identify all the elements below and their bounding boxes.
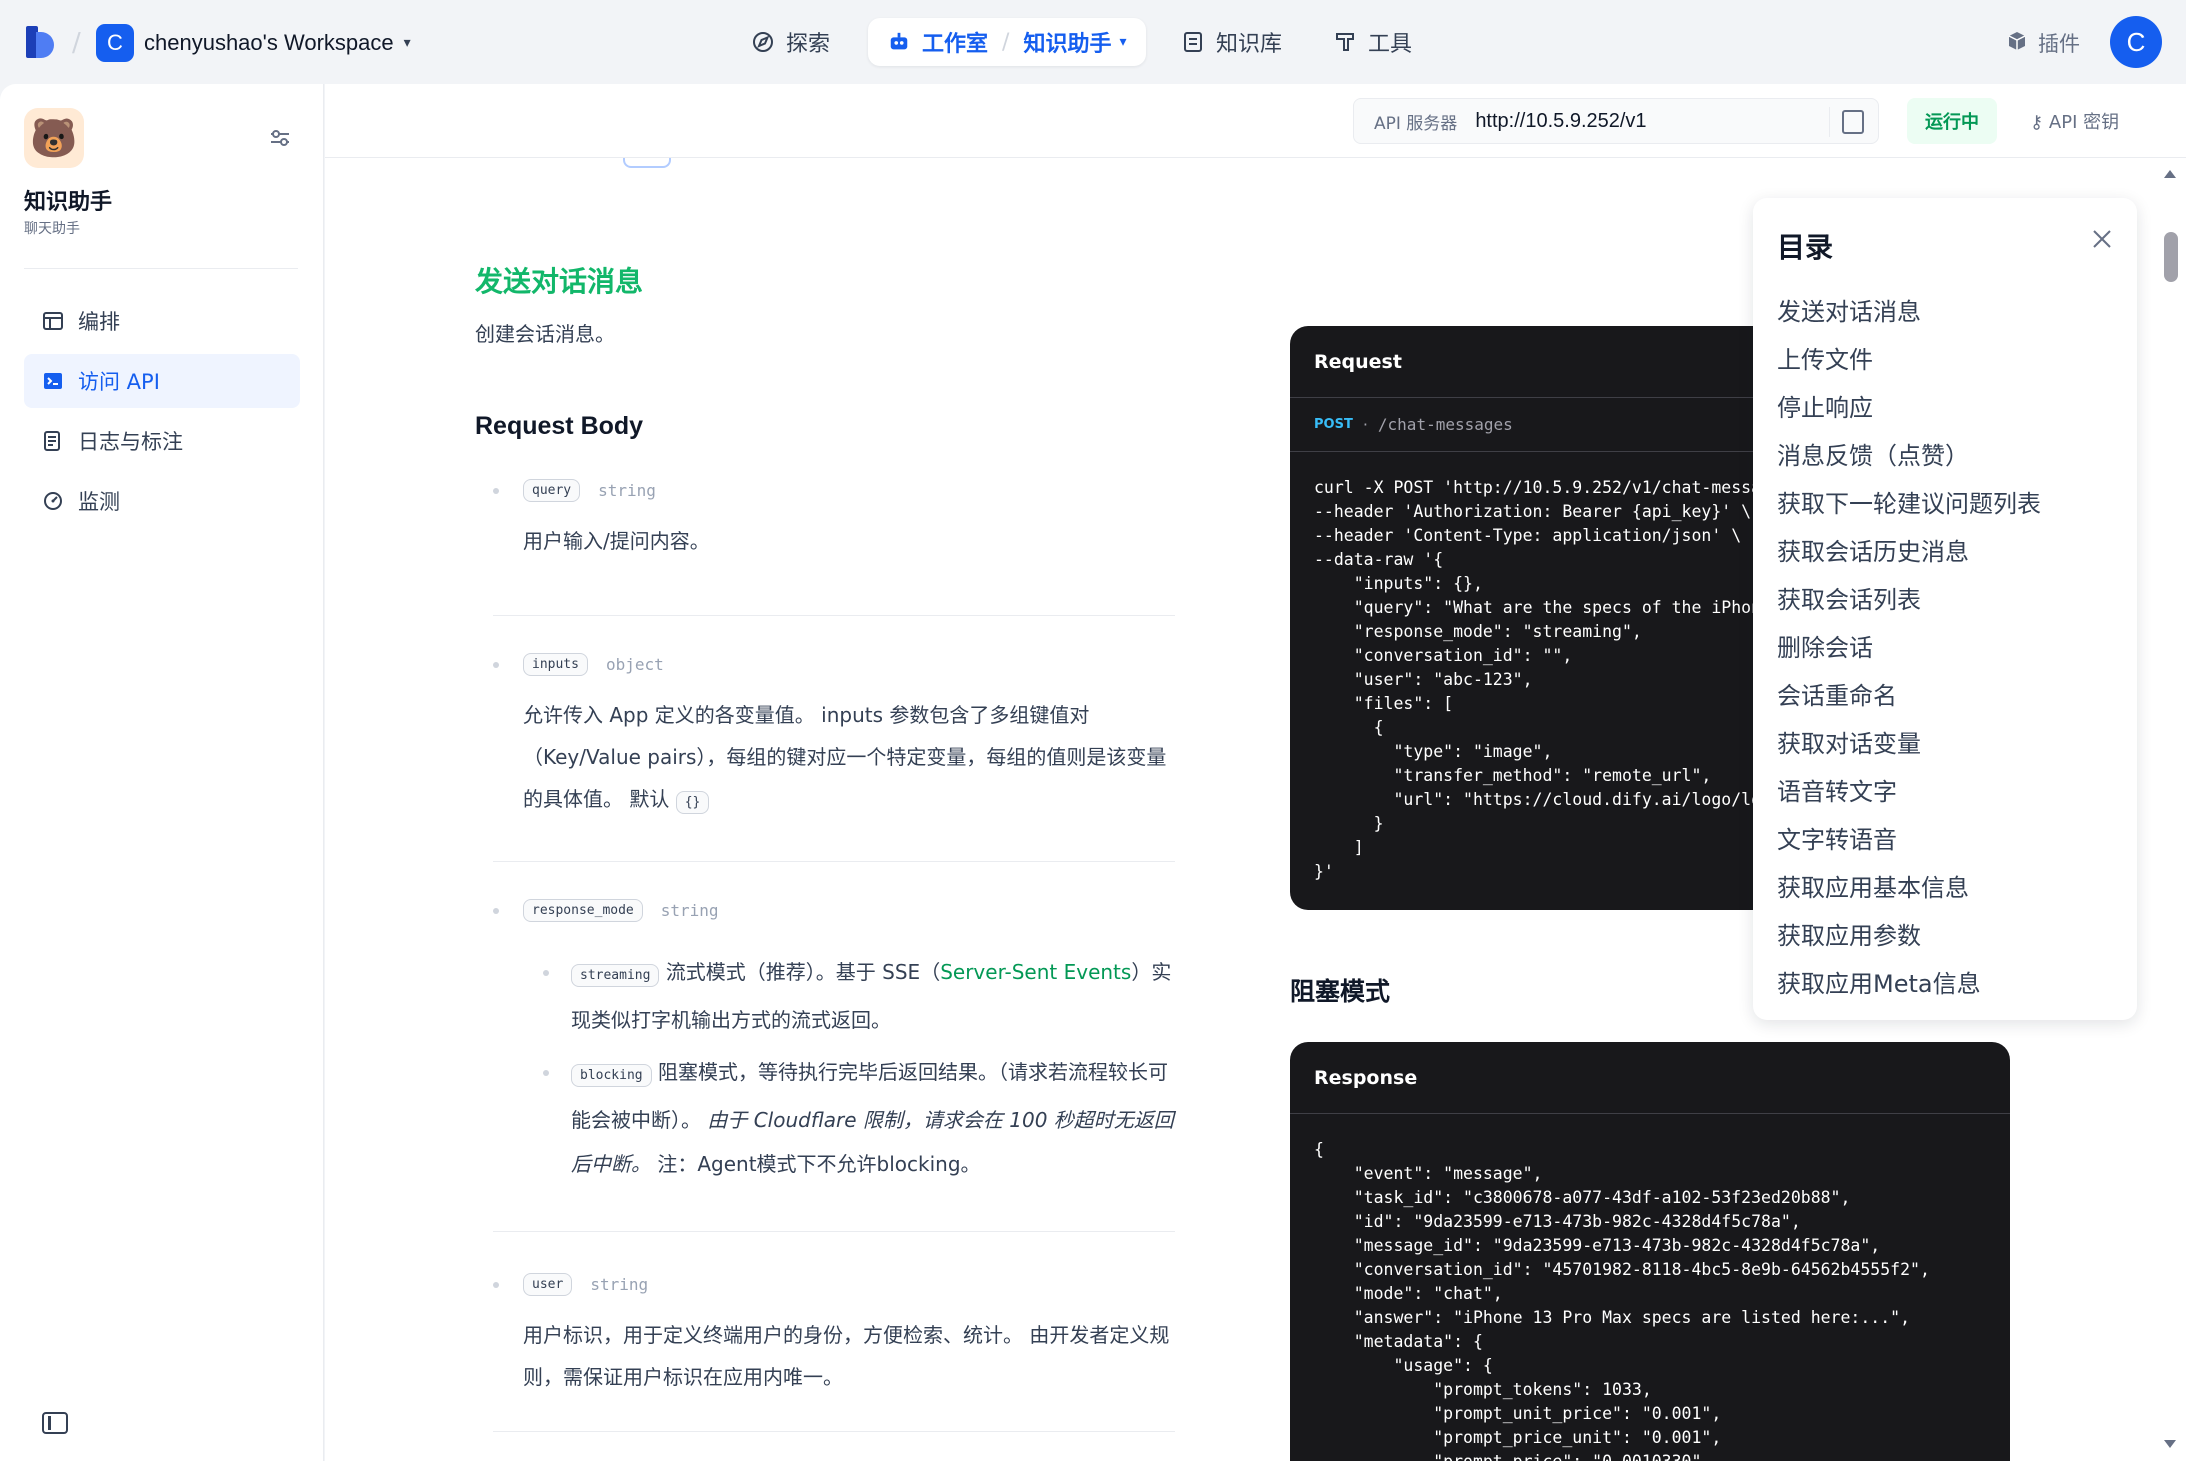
toc-item[interactable]: 语音转文字 — [1777, 768, 2041, 816]
scroll-down-arrow[interactable] — [2164, 1440, 2176, 1448]
robot-icon — [888, 31, 910, 53]
top-bar: / C chenyushao's Workspace ▾ 探索 工作室 / 知识… — [0, 0, 2186, 84]
section-title: 发送对话消息 — [475, 265, 644, 298]
param-name: query — [523, 478, 581, 502]
sidebar-menu: 编排 访问 API 日志与标注 监测 — [24, 294, 300, 534]
sidebar-divider — [24, 268, 298, 269]
param-type: object — [605, 654, 664, 674]
toc-panel: 目录 发送对话消息 上传文件 停止响应 消息反馈（点赞） 获取下一轮建议问题列表 获取会话… — [1753, 198, 2137, 1020]
param-name: user — [523, 1272, 573, 1296]
request-body-title: Request Body — [475, 412, 644, 440]
main-content: API 服务器 http://10.5.9.252/v1 运行中 ⚷ API 密… — [325, 84, 2186, 1461]
param-name: response_mode — [523, 898, 643, 922]
sidebar-item-logs[interactable]: 日志与标注 — [24, 414, 300, 468]
toc-item[interactable]: 获取下一轮建议问题列表 — [1777, 480, 2041, 528]
cube-icon — [2006, 30, 2028, 57]
param-option: streaming 流式模式（推荐）。基于 SSE（Server-Sent Ev… — [523, 950, 1175, 1042]
param-list: query string 用户输入/提问内容。 inputs object 允许… — [493, 474, 1175, 1432]
chevron-down-icon: ▾ — [403, 35, 411, 51]
param-type: string — [590, 1274, 649, 1294]
response-code-box: Response { "event": "message", "task_id"… — [1290, 1042, 2010, 1461]
toc-item[interactable]: 消息反馈（点赞） — [1777, 432, 2041, 480]
app-name: 知识助手 — [24, 190, 113, 215]
default-value: {} — [675, 791, 710, 814]
section-description: 创建会话消息。 — [475, 322, 615, 346]
request-method: POST — [1314, 417, 1353, 432]
toc-item[interactable]: 获取应用基本信息 — [1777, 864, 2041, 912]
app-settings-icon[interactable] — [268, 126, 292, 150]
option-name: streaming — [571, 964, 660, 987]
param-item: query string 用户输入/提问内容。 — [493, 474, 1175, 616]
close-icon[interactable] — [2091, 228, 2113, 250]
param-option: blocking 阻塞模式，等待执行完毕后返回结果。（请求若流程较长可能会被中断… — [523, 1050, 1175, 1186]
nav-studio[interactable]: 工作室 / 知识助手 ▾ — [868, 18, 1147, 66]
sidebar-collapse-icon[interactable] — [42, 1412, 68, 1434]
layout-icon — [42, 310, 64, 332]
nav-separator: / — [1002, 29, 1010, 55]
param-desc: 用户输入/提问内容。 — [523, 529, 710, 553]
workspace-switcher[interactable]: C chenyushao's Workspace ▾ — [96, 24, 411, 62]
book-icon — [1182, 31, 1204, 53]
nav-knowledge[interactable]: 知识库 — [1182, 18, 1282, 66]
param-item: inputs object 允许传入 App 定义的各变量值。 inputs 参… — [493, 616, 1175, 862]
breadcrumb-separator: / — [72, 28, 81, 58]
sidebar-item-orchestrate[interactable]: 编排 — [24, 294, 300, 348]
workspace-badge: C — [96, 24, 134, 62]
toc-item[interactable]: 获取会话列表 — [1777, 576, 2041, 624]
toc-item[interactable]: 获取应用参数 — [1777, 912, 2041, 960]
log-icon — [42, 430, 64, 452]
toc-list: 发送对话消息 上传文件 停止响应 消息反馈（点赞） 获取下一轮建议问题列表 获取会话历史消… — [1777, 288, 2041, 1008]
compass-icon — [752, 31, 774, 53]
param-item: user string 用户标识，用于定义终端用户的身份，方便检索、统计。 由开… — [493, 1232, 1175, 1432]
app-sidebar: 🐻 知识助手 聊天助手 编排 访问 API 日志与标注 监测 — [0, 84, 324, 1461]
blocking-mode-title: 阻塞模式 — [1290, 977, 1391, 1006]
param-type: string — [598, 480, 656, 500]
toc-item[interactable]: 获取会话历史消息 — [1777, 528, 2041, 576]
chevron-down-icon: ▾ — [1119, 34, 1127, 50]
toc-item[interactable]: 获取应用Meta信息 — [1777, 960, 2041, 1008]
toc-item[interactable]: 删除会话 — [1777, 624, 2041, 672]
sidebar-item-api-access[interactable]: 访问 API — [24, 354, 300, 408]
request-path: /chat-messages — [1377, 415, 1513, 434]
hammer-icon — [1334, 31, 1356, 53]
current-app-selector[interactable]: 知识助手 — [1023, 26, 1111, 58]
app-icon: 🐻 — [24, 108, 84, 168]
terminal-icon — [42, 370, 64, 392]
user-avatar[interactable]: C — [2110, 16, 2162, 68]
scrollbar-thumb[interactable] — [2164, 232, 2178, 282]
toc-item[interactable]: 获取对话变量 — [1777, 720, 2041, 768]
scrolled-tag — [623, 158, 671, 168]
param-name: inputs — [523, 652, 588, 676]
toc-item[interactable]: 会话重命名 — [1777, 672, 2041, 720]
param-desc: 用户标识，用于定义终端用户的身份，方便检索、统计。 由开发者定义规则，需保证用户… — [523, 1323, 1170, 1389]
nav-tools[interactable]: 工具 — [1334, 18, 1412, 66]
param-desc: 允许传入 App 定义的各变量值。 inputs 参数包含了多组键值对（Key/… — [523, 694, 1175, 824]
param-item: response_mode string streaming 流式模式（推荐）。… — [493, 862, 1175, 1232]
toc-title: 目录 — [1777, 231, 1834, 264]
sse-link[interactable]: Server-Sent Events — [940, 960, 1131, 984]
toc-item[interactable]: 停止响应 — [1777, 384, 2041, 432]
response-title: Response — [1290, 1042, 2010, 1114]
workspace-name: chenyushao's Workspace — [144, 30, 394, 55]
toc-item[interactable]: 上传文件 — [1777, 336, 2041, 384]
plugins-button[interactable]: 插件 — [2006, 28, 2080, 58]
option-name: blocking — [571, 1064, 652, 1087]
nav-explore[interactable]: 探索 — [752, 18, 830, 66]
gauge-icon — [42, 490, 64, 512]
sidebar-item-monitoring[interactable]: 监测 — [24, 474, 300, 528]
response-code: { "event": "message", "task_id": "c38006… — [1314, 1140, 1930, 1461]
dify-logo[interactable] — [26, 26, 58, 58]
scroll-up-arrow[interactable] — [2164, 170, 2176, 178]
app-type: 聊天助手 — [24, 221, 80, 237]
toc-item[interactable]: 文字转语音 — [1777, 816, 2041, 864]
param-type: string — [660, 900, 719, 920]
toc-item[interactable]: 发送对话消息 — [1777, 288, 2041, 336]
